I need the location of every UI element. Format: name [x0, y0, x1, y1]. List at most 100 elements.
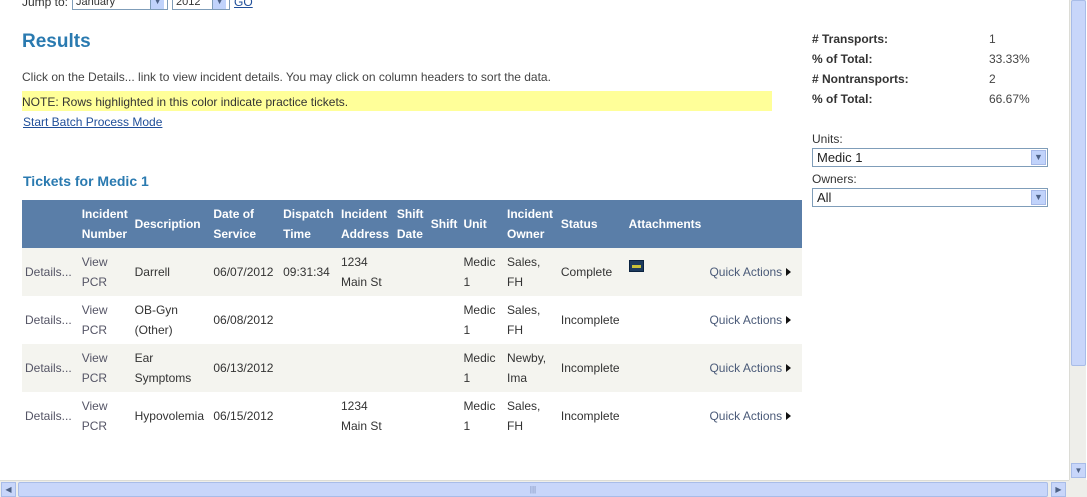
dispatch-cell — [280, 344, 338, 392]
shift-date-cell — [393, 248, 428, 296]
owner-cell: Sales, FH — [507, 303, 541, 337]
unit-cell: Medic 1 — [463, 303, 496, 337]
description-cell: OB-Gyn (Other) — [134, 303, 178, 337]
status-cell: Complete — [557, 248, 626, 296]
triangle-right-icon — [786, 412, 792, 420]
scroll-right-icon[interactable]: ▶ — [1051, 482, 1066, 497]
table-row: Details... View PCR Ear Symptoms 06/13/2… — [22, 344, 802, 392]
dispatch-cell: 09:31:34 — [280, 248, 338, 296]
table-row: Details... View PCR OB-Gyn (Other) 06/08… — [22, 296, 802, 344]
col-status[interactable]: Status — [557, 200, 626, 248]
col-shift-date[interactable]: Shift Date — [393, 200, 428, 248]
units-label: Units: — [812, 132, 843, 146]
col-details — [22, 200, 79, 248]
table-header-row: Incident Number Description Date of Serv… — [22, 200, 802, 248]
status-cell: Incomplete — [560, 409, 620, 423]
details-link[interactable]: Details... — [22, 344, 79, 392]
col-dispatch-time[interactable]: Dispatch Time — [280, 200, 338, 248]
shift-date-cell — [394, 392, 428, 440]
unit-cell: Medic 1 — [463, 399, 496, 433]
shift-cell — [427, 344, 461, 392]
practice-note: NOTE: Rows highlighted in this color ind… — [22, 91, 772, 111]
quick-actions-cell: Quick Actions — [706, 344, 802, 392]
col-attachments[interactable]: Attachments — [625, 200, 707, 248]
description-cell: Hypovolemia — [134, 409, 204, 423]
status-cell: Incomplete — [557, 344, 626, 392]
quick-actions-cell: Quick Actions — [706, 296, 802, 344]
col-description[interactable]: Description — [131, 200, 211, 248]
shift-cell — [428, 296, 461, 344]
attachments-cell — [625, 248, 707, 296]
owners-label: Owners: — [812, 172, 857, 186]
triangle-right-icon — [786, 364, 792, 372]
date-cell: 06/15/2012 — [213, 409, 274, 423]
date-cell: 06/07/2012 — [210, 248, 281, 296]
vertical-scroll-thumb[interactable] — [1071, 0, 1086, 366]
unit-cell: Medic 1 — [460, 248, 505, 296]
description-cell: Ear Symptoms — [131, 344, 211, 392]
shift-cell — [427, 248, 461, 296]
attachments-cell — [626, 392, 707, 440]
details-link[interactable]: Details... — [22, 296, 79, 344]
results-hint: Click on the Details... link to view inc… — [22, 70, 551, 84]
col-incident-address[interactable]: Incident Address — [338, 200, 394, 248]
attachments-cell — [625, 344, 707, 392]
quick-actions-cell: Quick Actions — [706, 248, 802, 296]
table-row: Details... View PCR Darrell 06/07/2012 0… — [22, 248, 802, 296]
page-title: Results — [22, 31, 91, 52]
chevron-down-icon: ▼ — [1031, 150, 1046, 165]
details-link[interactable]: Details... — [22, 392, 79, 440]
scroll-left-icon[interactable]: ◀ — [1, 482, 16, 497]
col-actions — [706, 200, 802, 248]
address-cell — [338, 344, 394, 392]
owner-cell: Newby, Ima — [504, 344, 558, 392]
view-pcr-link[interactable]: View PCR — [78, 344, 132, 392]
quick-actions-menu[interactable]: Quick Actions — [709, 265, 792, 279]
dispatch-cell — [280, 296, 338, 344]
tickets-heading: Tickets for Medic 1 — [23, 173, 149, 189]
start-batch-link[interactable]: Start Batch Process Mode — [23, 115, 162, 129]
quick-actions-menu[interactable]: Quick Actions — [709, 313, 792, 327]
address-cell — [338, 296, 394, 344]
table-row: Details... View PCR Hypovolemia 06/15/20… — [22, 392, 802, 440]
unit-cell: Medic 1 — [460, 344, 505, 392]
attachment-icon[interactable] — [628, 260, 644, 272]
view-pcr-link[interactable]: View PCR — [79, 296, 132, 344]
col-unit[interactable]: Unit — [460, 200, 505, 248]
status-cell: Incomplete — [560, 313, 620, 327]
horizontal-scroll-thumb[interactable]: ||| — [18, 482, 1048, 497]
shift-date-cell — [394, 296, 428, 344]
col-incident-number[interactable]: Incident Number — [78, 200, 132, 248]
vertical-scrollbar[interactable]: ▼ — [1069, 0, 1086, 480]
owner-cell: Sales, FH — [507, 399, 541, 433]
col-date-of-service[interactable]: Date of Service — [210, 200, 281, 248]
view-pcr-link[interactable]: View PCR — [78, 248, 132, 296]
dispatch-cell — [280, 392, 338, 440]
date-cell: 06/13/2012 — [210, 344, 281, 392]
horizontal-scrollbar[interactable]: ◀ ||| ▶ — [0, 480, 1069, 497]
shift-date-cell — [393, 344, 428, 392]
date-cell: 06/08/2012 — [213, 313, 274, 327]
triangle-right-icon — [786, 316, 792, 324]
quick-actions-menu[interactable]: Quick Actions — [709, 409, 792, 423]
owner-cell: Sales, FH — [504, 248, 558, 296]
scrollbar-corner — [1069, 480, 1087, 497]
details-link[interactable]: Details... — [22, 248, 79, 296]
col-shift[interactable]: Shift — [427, 200, 461, 248]
scroll-down-icon[interactable]: ▼ — [1071, 463, 1086, 478]
owners-select[interactable]: All ▼ — [812, 188, 1048, 207]
summary-sidebar: # Transports: 1 % of Total: 33.33% # Nontr… — [812, 0, 1052, 480]
chevron-down-icon: ▼ — [1031, 190, 1046, 205]
col-incident-owner[interactable]: Incident Owner — [504, 200, 558, 248]
shift-cell — [428, 392, 461, 440]
results-panel: Results Click on the Details... link to … — [0, 0, 805, 480]
address-cell: 1234 Main St — [341, 399, 382, 433]
description-cell: Darrell — [131, 248, 211, 296]
attachments-cell — [626, 296, 707, 344]
address-cell: 1234 Main St — [338, 248, 394, 296]
quick-actions-cell: Quick Actions — [706, 392, 802, 440]
units-select[interactable]: Medic 1 ▼ — [812, 148, 1048, 167]
view-pcr-link[interactable]: View PCR — [79, 392, 132, 440]
tickets-table: Incident Number Description Date of Serv… — [22, 200, 802, 440]
quick-actions-menu[interactable]: Quick Actions — [709, 361, 792, 375]
